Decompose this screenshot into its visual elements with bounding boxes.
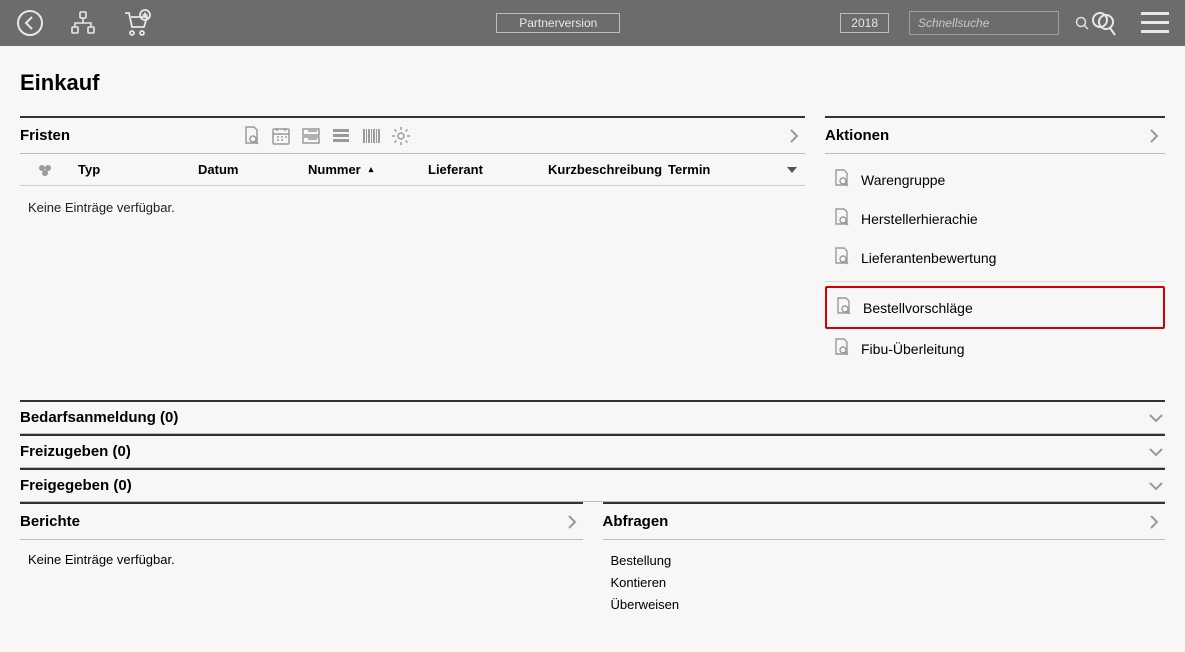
fristen-title: Fristen	[20, 127, 70, 144]
chevron-right-icon[interactable]	[1145, 127, 1163, 145]
menu-icon[interactable]	[1141, 12, 1169, 34]
aktionen-item-label: Warengruppe	[861, 172, 945, 188]
chevron-down-icon[interactable]	[1147, 477, 1165, 495]
aktionen-item-label: Lieferantenbewertung	[861, 250, 996, 266]
berichte-title: Berichte	[20, 513, 80, 530]
quick-search[interactable]	[909, 11, 1059, 35]
doc-search-icon	[831, 337, 851, 360]
search-icon[interactable]	[1075, 16, 1089, 30]
aktionen-list: Warengruppe Herstellerhierachie Lieferante…	[825, 154, 1165, 374]
abfragen-title: Abfragen	[603, 513, 669, 530]
column-nummer[interactable]: Nummer	[300, 162, 420, 177]
fristen-toolbar	[240, 125, 412, 147]
back-icon[interactable]	[16, 9, 44, 37]
divider	[825, 281, 1165, 282]
aktionen-item[interactable]: Lieferantenbewertung	[825, 238, 1165, 277]
calendar-icon[interactable]	[270, 125, 292, 147]
org-icon[interactable]	[70, 10, 96, 36]
column-typ[interactable]: Typ	[70, 162, 190, 177]
section-freigegeben-title: Freigegeben (0)	[20, 477, 132, 494]
berichte-panel: Berichte Keine Einträge verfügbar.	[20, 502, 583, 579]
berichte-empty-text: Keine Einträge verfügbar.	[28, 552, 175, 567]
fristen-panel-header: Fristen	[20, 118, 805, 154]
chevron-down-icon[interactable]	[1147, 443, 1165, 461]
aktionen-item[interactable]: Bestellvorschläge	[825, 286, 1165, 329]
version-button[interactable]: Partnerversion	[496, 13, 620, 33]
column-datum[interactable]: Datum	[190, 162, 300, 177]
abfragen-item[interactable]: Überweisen	[611, 594, 1158, 616]
fristen-empty-text: Keine Einträge verfügbar.	[28, 200, 175, 215]
aktionen-panel-header: Aktionen	[825, 118, 1165, 154]
gear-icon[interactable]	[390, 125, 412, 147]
abfragen-item[interactable]: Bestellung	[611, 550, 1158, 572]
doc-search-icon	[831, 246, 851, 269]
aktionen-item-label: Bestellvorschläge	[863, 300, 973, 316]
column-lieferant[interactable]: Lieferant	[420, 162, 540, 177]
card-view-icon[interactable]	[300, 125, 322, 147]
aktionen-item[interactable]: Fibu-Überleitung	[825, 329, 1165, 368]
berichte-panel-header: Berichte	[20, 504, 583, 540]
section-freigegeben[interactable]: Freigegeben (0)	[20, 468, 1165, 502]
aktionen-item[interactable]: Warengruppe	[825, 160, 1165, 199]
year-button[interactable]: 2018	[840, 13, 889, 33]
big-search-icon[interactable]	[1089, 9, 1117, 37]
aktionen-title: Aktionen	[825, 127, 889, 144]
aktionen-item[interactable]: Herstellerhierachie	[825, 199, 1165, 238]
column-kurzbeschreibung[interactable]: Kurzbeschreibung	[540, 162, 660, 177]
quick-search-input[interactable]	[918, 16, 1075, 30]
fristen-table-body: Keine Einträge verfügbar.	[20, 186, 805, 295]
abfragen-list: BestellungKontierenÜberweisen	[603, 540, 1166, 626]
chevron-right-icon[interactable]	[563, 513, 581, 531]
barcode-icon[interactable]	[360, 125, 382, 147]
chevron-down-icon[interactable]	[1147, 409, 1165, 427]
top-right-icons	[1089, 9, 1169, 37]
list-view-icon[interactable]	[330, 125, 352, 147]
column-termin[interactable]: Termin	[660, 162, 730, 177]
cart-plus-icon[interactable]	[122, 9, 152, 37]
doc-search-icon	[833, 296, 853, 319]
section-freizugeben-title: Freizugeben (0)	[20, 443, 131, 460]
fristen-table-header: Typ Datum Nummer Lieferant Kurzbeschreib…	[20, 154, 805, 186]
abfragen-panel-header: Abfragen	[603, 504, 1166, 540]
chevron-right-icon[interactable]	[785, 127, 803, 145]
berichte-body: Keine Einträge verfügbar.	[20, 540, 583, 579]
doc-search-icon[interactable]	[240, 125, 262, 147]
section-bedarfsanmeldung-title: Bedarfsanmeldung (0)	[20, 409, 178, 426]
top-bar: Partnerversion 2018	[0, 0, 1185, 46]
column-filter-icon[interactable]	[20, 162, 70, 178]
chevron-right-icon[interactable]	[1145, 513, 1163, 531]
top-left-icons	[16, 9, 152, 37]
column-menu-icon[interactable]	[779, 165, 805, 175]
page-title-area: Einkauf	[0, 46, 1185, 116]
page-title: Einkauf	[20, 70, 1165, 96]
aktionen-item-label: Herstellerhierachie	[861, 211, 978, 227]
fristen-panel: Fristen	[20, 116, 805, 295]
section-bedarfsanmeldung[interactable]: Bedarfsanmeldung (0)	[20, 400, 1165, 434]
section-freizugeben[interactable]: Freizugeben (0)	[20, 434, 1165, 468]
aktionen-item-label: Fibu-Überleitung	[861, 341, 965, 357]
abfragen-panel: Abfragen BestellungKontierenÜberweisen	[603, 502, 1166, 626]
doc-search-icon	[831, 168, 851, 191]
aktionen-panel: Aktionen Warengruppe Herstellerhierachie L…	[825, 116, 1165, 374]
doc-search-icon	[831, 207, 851, 230]
abfragen-item[interactable]: Kontieren	[611, 572, 1158, 594]
